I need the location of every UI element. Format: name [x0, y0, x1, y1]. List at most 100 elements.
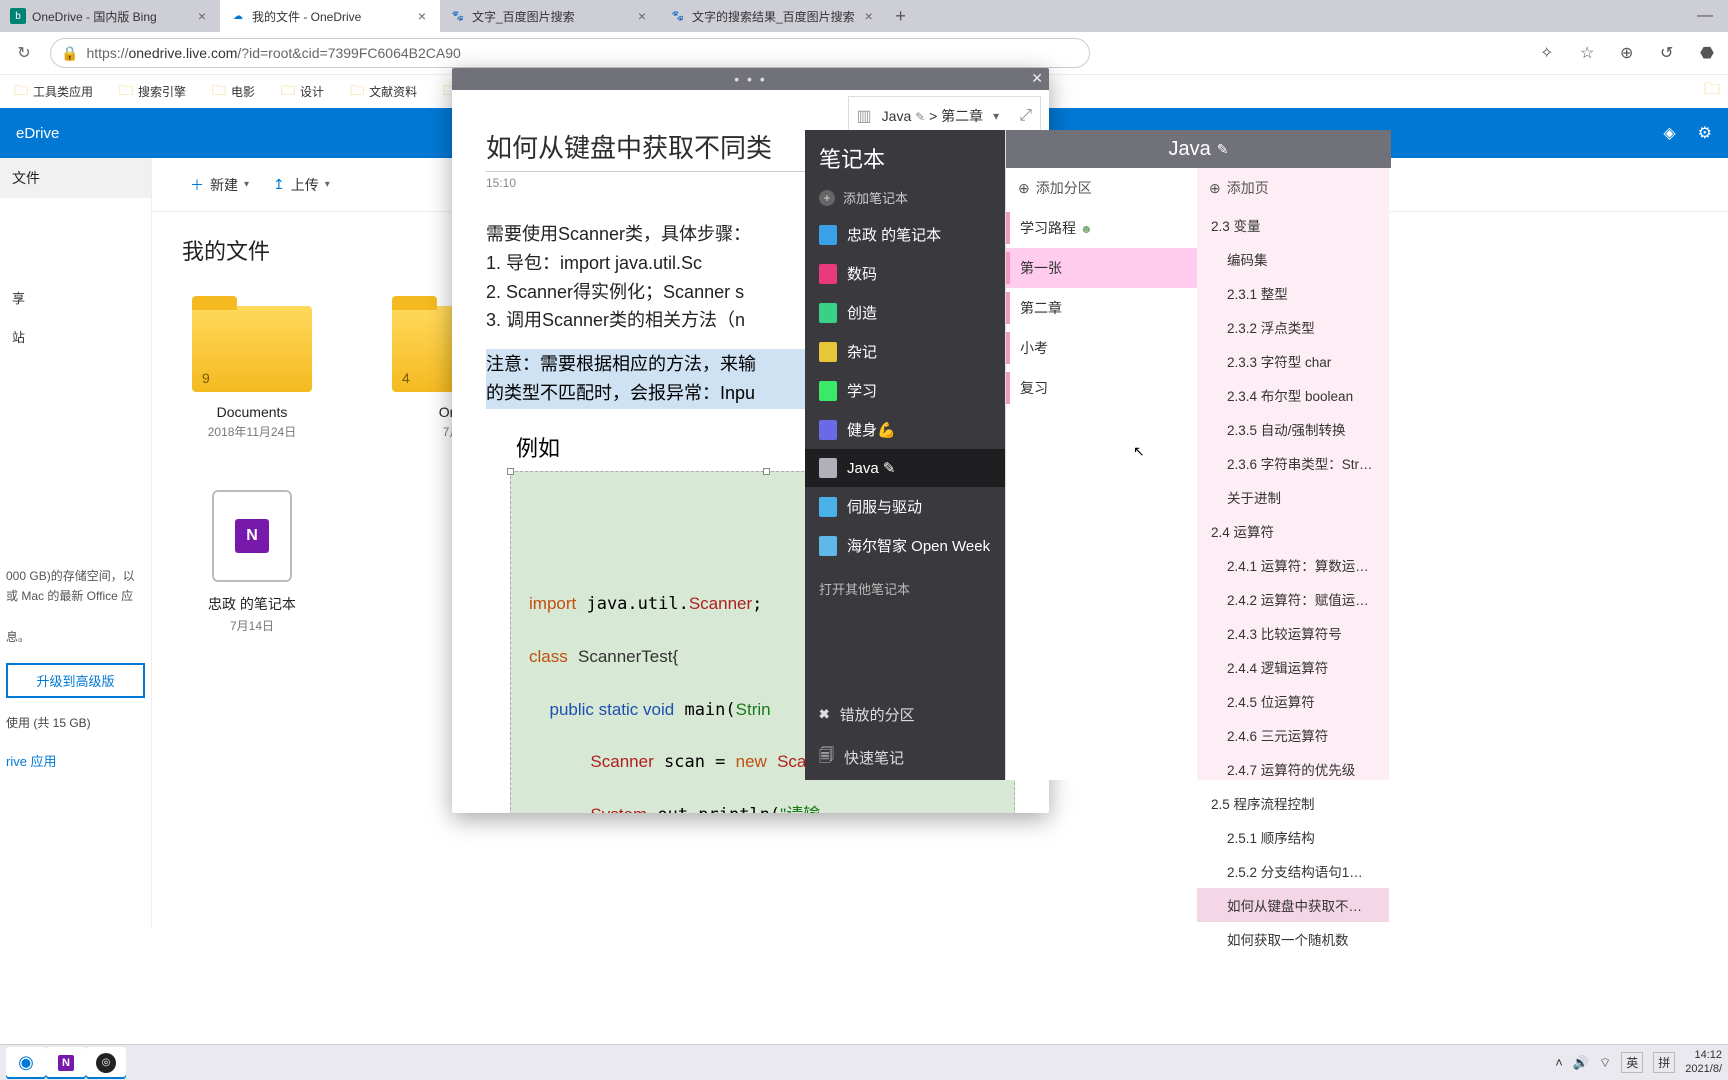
add-section-button[interactable]: ⊕添加分区	[1006, 168, 1197, 208]
file-date: 7月14日	[230, 617, 274, 634]
volume-icon[interactable]: 🔊	[1573, 1055, 1589, 1071]
page-item[interactable]: 2.3.6 字符串类型：String	[1197, 446, 1389, 480]
new-button[interactable]: ＋新建▾	[190, 175, 249, 195]
sidebar-recycle[interactable]: 站	[0, 317, 151, 356]
page-item[interactable]: 2.3.1 整型	[1197, 276, 1389, 310]
add-notebook-button[interactable]: +添加笔记本	[805, 180, 1005, 215]
expand-icon[interactable]: ⤢	[1019, 107, 1032, 125]
taskbar-app-obs[interactable]: ◎	[86, 1047, 126, 1079]
bookmark-folder[interactable]: 🗀电影	[206, 77, 261, 107]
close-icon[interactable]: ×	[414, 8, 430, 24]
page-item[interactable]: 2.5 程序流程控制	[1197, 786, 1389, 820]
notebook-item[interactable]: 创造	[805, 293, 1005, 332]
edit-icon[interactable]: ✎	[1217, 141, 1229, 158]
tracking-icon[interactable]: ✧	[1540, 43, 1560, 63]
new-tab-button[interactable]: +	[887, 6, 915, 27]
wifi-icon[interactable]: ⌔	[1599, 1055, 1611, 1071]
page-item[interactable]: 2.5.1 顺序结构	[1197, 820, 1389, 854]
clock[interactable]: 14:12 2021/8/	[1685, 1049, 1722, 1075]
tray-chevron-icon[interactable]: ˄	[1555, 1055, 1563, 1070]
page-item[interactable]: 2.3 变量	[1197, 208, 1389, 242]
page-item[interactable]: 2.4.2 运算符：赋值运算符	[1197, 582, 1389, 616]
page-item[interactable]: 2.4.1 运算符：算数运算符	[1197, 548, 1389, 582]
tab-baidu-image-2[interactable]: 🐾 文字的搜索结果_百度图片搜索 ×	[660, 0, 887, 32]
notebook-item[interactable]: 忠政 的笔记本	[805, 215, 1005, 254]
settings-icon[interactable]: ⚙	[1698, 123, 1712, 143]
history-icon[interactable]: ↺	[1660, 43, 1680, 63]
sidebar-share[interactable]: 享	[0, 278, 151, 317]
page-item[interactable]: 如何获取一个随机数	[1197, 922, 1389, 956]
page-item[interactable]: 2.4.6 三元运算符	[1197, 718, 1389, 752]
page-item[interactable]: 2.4 运算符	[1197, 514, 1389, 548]
open-other-notebooks[interactable]: 打开其他笔记本	[805, 565, 1005, 612]
url-input[interactable]: 🔒 https://onedrive.live.com/?id=root&cid…	[50, 38, 1090, 68]
notebook-item[interactable]: 海尔智家 Open Week	[805, 526, 1005, 565]
plus-icon: +	[819, 190, 835, 206]
notebook-file-item[interactable]: N 忠政 的笔记本 7月14日	[182, 490, 322, 634]
upload-button[interactable]: ↥上传▾	[273, 175, 330, 195]
tab-bing[interactable]: b OneDrive - 国内版 Bing ×	[0, 0, 220, 32]
bookmark-folder[interactable]: 🗀设计	[275, 77, 330, 107]
quick-notes[interactable]: 🗐快速笔记	[805, 735, 1005, 780]
tab-onedrive[interactable]: ☁ 我的文件 - OneDrive ×	[220, 0, 440, 32]
section-item[interactable]: 第一张	[1006, 248, 1197, 288]
notebook-item[interactable]: Java ✎	[805, 449, 1005, 487]
page-item[interactable]: 2.3.5 自动/强制转换	[1197, 412, 1389, 446]
ime-language[interactable]: 英	[1621, 1052, 1643, 1073]
page-item[interactable]: 2.4.3 比较运算符号	[1197, 616, 1389, 650]
close-icon[interactable]: ×	[634, 8, 650, 24]
notebook-item[interactable]: 伺服与驱动	[805, 487, 1005, 526]
ime-mode[interactable]: 拼	[1653, 1052, 1675, 1073]
collections-icon[interactable]: ⊕	[1620, 43, 1640, 63]
more-bookmarks-icon[interactable]: 🗀	[1704, 78, 1720, 105]
onenote-titlebar[interactable]: • • • ✕	[452, 68, 1049, 90]
page-item[interactable]: 2.3.2 浮点类型	[1197, 310, 1389, 344]
selection-handle[interactable]	[507, 468, 514, 475]
notebook-item[interactable]: 杂记	[805, 332, 1005, 371]
section-item[interactable]: 第二章	[1006, 288, 1197, 328]
page-item[interactable]: 2.4.4 逻辑运算符	[1197, 650, 1389, 684]
page-item[interactable]: 2.4.7 运算符的优先级	[1197, 752, 1389, 786]
bookmark-folder[interactable]: 🗀搜索引擎	[113, 77, 192, 107]
app-link[interactable]: rive 应用	[0, 741, 151, 780]
section-item[interactable]: 学习路程	[1006, 208, 1197, 248]
drag-handle-icon[interactable]: • • •	[734, 71, 766, 87]
plus-icon: ⊕	[1209, 180, 1221, 197]
taskbar-app-onenote[interactable]: N	[46, 1047, 86, 1079]
page-item[interactable]: 如何从键盘中获取不同类型的	[1197, 888, 1389, 922]
premium-icon[interactable]: ◈	[1663, 123, 1675, 143]
page-item[interactable]: 关于进制	[1197, 480, 1389, 514]
page-item[interactable]: 2.3.3 字符型 char	[1197, 344, 1389, 378]
add-page-button[interactable]: ⊕添加页	[1197, 168, 1389, 208]
reload-button[interactable]: ↻	[8, 37, 40, 69]
notebook-item[interactable]: 健身💪	[805, 410, 1005, 449]
page-item[interactable]: 2.3.4 布尔型 boolean	[1197, 378, 1389, 412]
selection-handle[interactable]	[763, 468, 770, 475]
notebook-item[interactable]: 数码	[805, 254, 1005, 293]
bookmark-folder[interactable]: 🗀文献资料	[344, 77, 423, 107]
page-item[interactable]: 2.4.5 位运算符	[1197, 684, 1389, 718]
section-item[interactable]: 复习	[1006, 368, 1197, 408]
section-item[interactable]: 小考	[1006, 328, 1197, 368]
close-icon[interactable]: ✕	[1031, 70, 1043, 87]
close-icon[interactable]: ×	[194, 8, 210, 24]
folder-item[interactable]: 9 Documents 2018年11月24日	[182, 306, 322, 440]
sidebar-files[interactable]: 文件	[0, 158, 151, 198]
page-item[interactable]: 2.5.2 分支结构语句1：if-else	[1197, 854, 1389, 888]
misplaced-sections[interactable]: 🞮错放的分区	[805, 694, 1005, 735]
url-domain: onedrive.live.com	[128, 45, 237, 61]
favorite-icon[interactable]: ☆	[1580, 43, 1600, 63]
bookmark-folder[interactable]: 🗀工具类应用	[8, 77, 99, 107]
notebook-item[interactable]: 学习	[805, 371, 1005, 410]
taskbar-app-edge[interactable]: ◉	[6, 1047, 46, 1079]
notebook-color-icon	[819, 458, 837, 478]
minimize-button[interactable]: —	[1682, 0, 1728, 32]
date-text: 2021/8/	[1685, 1063, 1722, 1076]
tab-baidu-image-1[interactable]: 🐾 文字_百度图片搜索 ×	[440, 0, 660, 32]
upgrade-button[interactable]: 升级到高级版	[6, 663, 145, 698]
chevron-down-icon[interactable]: ▾	[993, 109, 999, 123]
extensions-icon[interactable]: ⬣	[1700, 43, 1720, 63]
close-icon[interactable]: ×	[861, 8, 877, 24]
bookmark-label: 设计	[300, 83, 324, 100]
page-item[interactable]: 编码集	[1197, 242, 1389, 276]
